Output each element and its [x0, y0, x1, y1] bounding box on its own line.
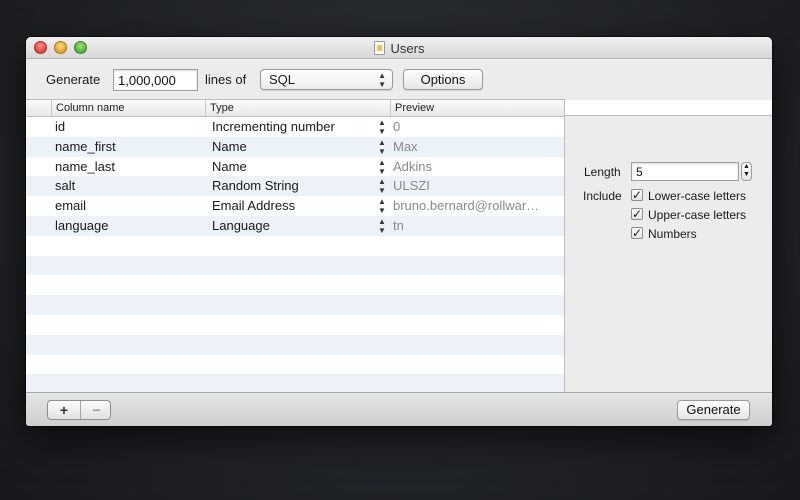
empty-row	[26, 255, 564, 276]
empty-row	[26, 334, 564, 355]
column-type-cell[interactable]: Name	[212, 137, 372, 157]
include-label: Include	[583, 189, 622, 203]
checkmark-icon: ✓	[632, 188, 643, 202]
preview-cell: tn	[393, 217, 404, 233]
columns-table: Column name Type Preview id Incrementing…	[26, 99, 564, 392]
column-name-cell[interactable]: name_first	[55, 137, 205, 157]
uppercase-label[interactable]: Upper-case letters	[648, 208, 746, 222]
column-name-cell[interactable]: id	[55, 117, 205, 137]
column-type-cell[interactable]: Name	[212, 157, 372, 177]
empty-row	[26, 236, 564, 256]
title-bar[interactable]: Users	[26, 37, 772, 59]
preview-cell: bruno.bernard@rollwar…	[393, 198, 540, 214]
bottom-bar: + − Generate	[26, 392, 772, 426]
column-header-preview[interactable]: Preview	[390, 100, 564, 116]
type-popup-arrows-icon[interactable]: ▲ ▼	[378, 157, 386, 176]
document-icon	[373, 41, 385, 55]
type-popup-arrows-icon[interactable]: ▲ ▼	[378, 176, 386, 195]
lowercase-label[interactable]: Lower-case letters	[648, 189, 746, 203]
preview-cell: ULSZI	[393, 178, 430, 194]
generate-button[interactable]: Generate	[677, 400, 750, 420]
lines-of-label: lines of	[205, 72, 247, 87]
numbers-label[interactable]: Numbers	[648, 227, 697, 241]
options-button[interactable]: Options	[403, 69, 483, 90]
table-rows: id Incrementing number ▲ ▼ 0 name_first N…	[26, 117, 564, 392]
format-select[interactable]: SQL ▲ ▼	[260, 69, 393, 90]
checkmark-icon: ✓	[632, 226, 643, 240]
column-type-cell[interactable]: Incrementing number	[212, 117, 372, 137]
table-row[interactable]: salt Random String ▲ ▼ ULSZI	[26, 176, 564, 197]
empty-row	[26, 374, 564, 392]
column-type-cell[interactable]: Language	[212, 216, 372, 236]
column-type-cell[interactable]: Email Address	[212, 196, 372, 216]
table-row[interactable]: id Incrementing number ▲ ▼ 0	[26, 117, 564, 137]
column-header-type[interactable]: Type	[205, 100, 390, 116]
preview-cell: Max	[393, 138, 418, 154]
length-input[interactable]	[631, 162, 739, 181]
add-remove-segmented-control: + −	[47, 400, 111, 420]
checkmark-icon: ✓	[632, 207, 643, 221]
table-row[interactable]: email Email Address ▲ ▼ bruno.bernard@rol…	[26, 196, 564, 216]
length-label: Length	[584, 165, 621, 179]
length-stepper[interactable]: ▲ ▼	[741, 162, 752, 181]
generate-label: Generate	[46, 72, 101, 87]
format-select-value: SQL	[269, 72, 296, 87]
empty-row	[26, 355, 564, 375]
uppercase-checkbox[interactable]: ✓	[631, 208, 643, 220]
column-type-cell[interactable]: Random String	[212, 176, 372, 196]
panel-header-strip	[565, 100, 772, 116]
type-popup-arrows-icon[interactable]: ▲ ▼	[378, 216, 386, 235]
lowercase-checkbox[interactable]: ✓	[631, 189, 643, 201]
add-column-button[interactable]: +	[48, 401, 80, 419]
popup-arrows-icon: ▲ ▼	[378, 71, 386, 89]
numbers-checkbox[interactable]: ✓	[631, 227, 643, 239]
table-header: Column name Type Preview	[26, 100, 564, 117]
app-window: Users Generate lines of SQL ▲▼ Options C…	[26, 37, 772, 426]
type-popup-arrows-icon[interactable]: ▲ ▼	[378, 117, 386, 136]
column-header-name[interactable]: Column name	[51, 100, 205, 116]
empty-row	[26, 315, 564, 335]
type-popup-arrows-icon[interactable]: ▲ ▼	[378, 196, 386, 215]
table-row[interactable]: language Language ▲ ▼ tn	[26, 215, 564, 236]
table-row[interactable]: name_last Name ▲ ▼ Adkins	[26, 157, 564, 177]
column-name-cell[interactable]: salt	[55, 176, 205, 196]
remove-column-button[interactable]: −	[80, 401, 110, 419]
preview-cell: Adkins	[393, 158, 433, 174]
table-row[interactable]: name_first Name ▲ ▼ Max	[26, 136, 564, 157]
column-name-cell[interactable]: language	[55, 216, 205, 236]
type-popup-arrows-icon[interactable]: ▲ ▼	[378, 137, 386, 156]
column-settings-panel: Length ▲▼ Include ✓ Lower-case letters ✓…	[564, 99, 772, 392]
empty-row	[26, 275, 564, 295]
preview-cell: 0	[393, 119, 401, 134]
empty-row	[26, 295, 564, 315]
window-title-group: Users	[26, 37, 772, 59]
line-count-input[interactable]	[113, 69, 198, 91]
window-title: Users	[390, 40, 425, 56]
column-name-cell[interactable]: email	[55, 196, 205, 216]
column-name-cell[interactable]: name_last	[55, 157, 205, 177]
